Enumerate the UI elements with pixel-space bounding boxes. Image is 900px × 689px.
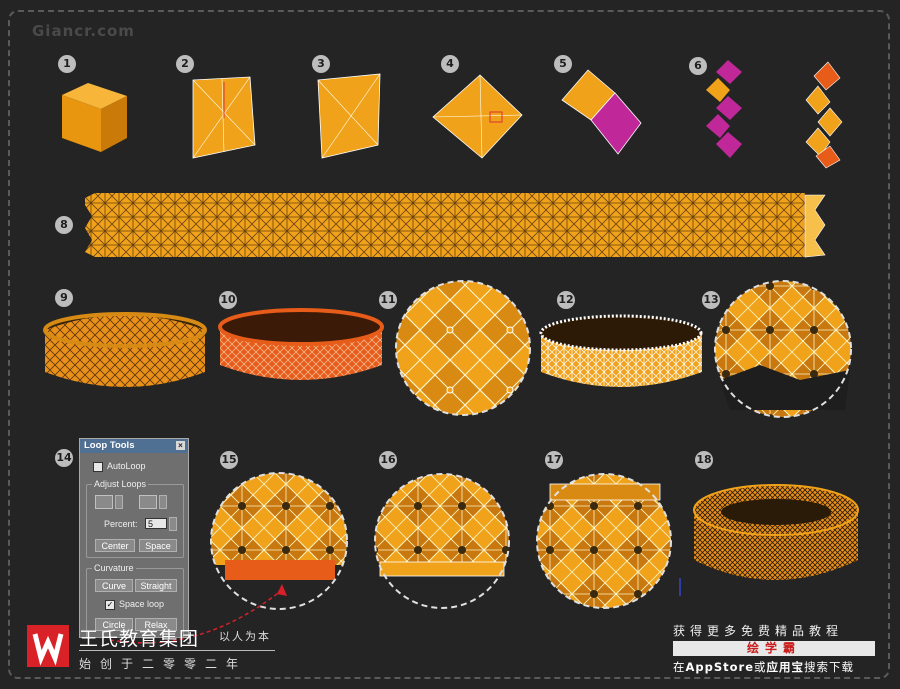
adjust-loops-label: Adjust Loops	[92, 479, 149, 489]
promo-download-text: 在AppStore或应用宝搜索下载	[673, 659, 854, 675]
percent-label: Percent:	[104, 519, 138, 529]
checkbox-checked-icon[interactable]: ✓	[105, 599, 115, 610]
loop-grow-icon[interactable]	[139, 495, 157, 509]
percent-input[interactable]: 5	[145, 518, 167, 529]
brand-since: 始创于二零零二年	[79, 657, 248, 671]
brand-motto: 以人为本	[219, 630, 271, 643]
promo-suffix: 搜索下载	[804, 660, 855, 674]
promo-appstore: AppStore	[685, 660, 755, 674]
brand-logo	[27, 625, 69, 667]
cube-model	[62, 83, 127, 152]
promo-yingyongbao: 应用宝	[766, 660, 805, 674]
brand-divider	[79, 650, 275, 651]
adjust-loops-group: Adjust Loops Percent: 5 Center Space	[86, 479, 184, 558]
panel-title: Loop Tools	[84, 440, 135, 451]
panel-titlebar: Loop Tools ×	[80, 439, 188, 453]
promo-or: 或	[754, 660, 767, 674]
close-icon[interactable]: ×	[176, 441, 185, 450]
loop-shrink-icon[interactable]	[95, 495, 113, 509]
spinner-arrows-icon[interactable]	[159, 495, 167, 509]
ring-model-9	[43, 312, 207, 387]
center-button[interactable]: Center	[95, 539, 135, 552]
straight-button[interactable]: Straight	[135, 579, 177, 592]
logo-w-icon	[32, 633, 64, 666]
autoloop-checkbox[interactable]: AutoLoop	[93, 461, 146, 472]
spinner-arrows-icon[interactable]	[115, 495, 123, 509]
autoloop-label: AutoLoop	[107, 461, 146, 471]
space-loop-checkbox[interactable]: ✓ Space loop	[105, 599, 164, 610]
promo-prefix: 在	[673, 660, 686, 674]
loop-tools-panel: Loop Tools × AutoLoop Adjust Loops Perce…	[79, 438, 189, 638]
curve-button[interactable]: Curve	[95, 579, 133, 592]
curvature-label: Curvature	[92, 563, 136, 573]
checkbox-box[interactable]	[93, 461, 103, 472]
spinner-arrows-icon[interactable]	[169, 517, 177, 531]
promo-headline: 获得更多免费精品教程	[673, 624, 844, 638]
brand-name: 王氏教育集团	[79, 628, 200, 650]
space-loop-label: Space loop	[119, 599, 165, 609]
space-button[interactable]: Space	[139, 539, 177, 552]
promo-app-name: 绘学霸	[746, 641, 801, 655]
